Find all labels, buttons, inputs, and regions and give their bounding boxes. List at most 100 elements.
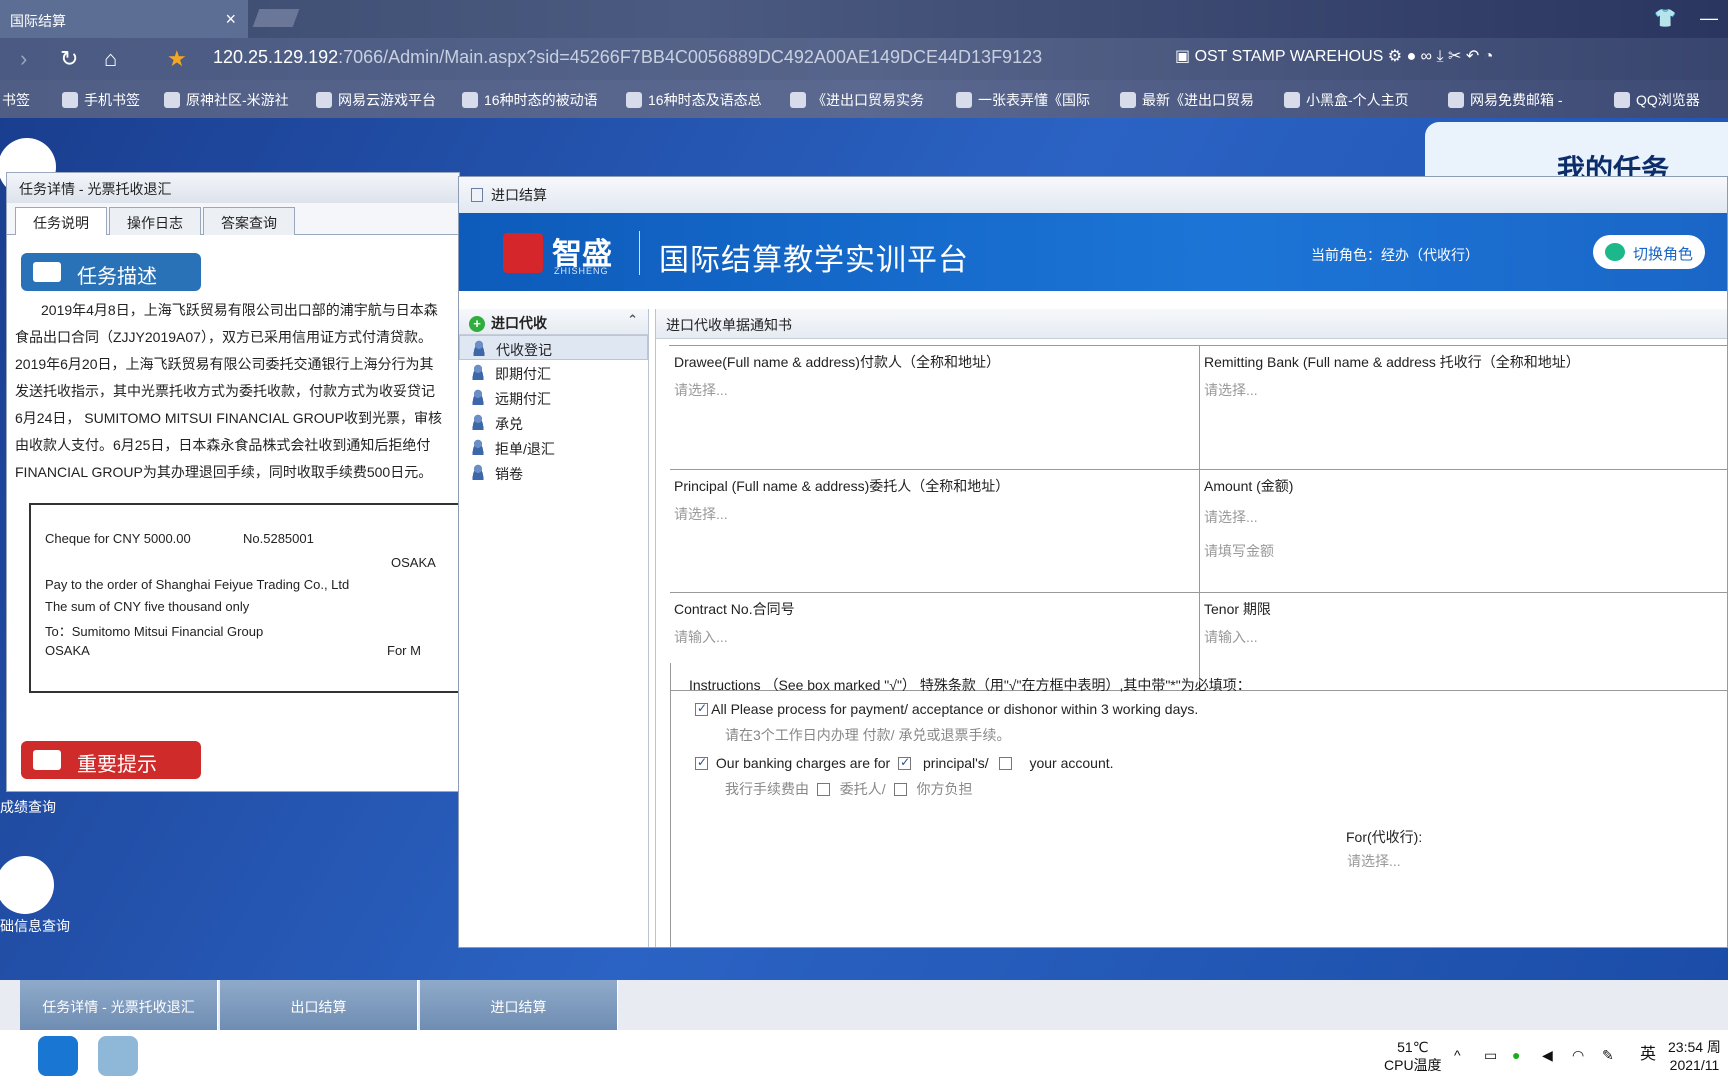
collection-notice-panel: 进口代收单据通知书 Drawee(Full name & address)付款人… [655,309,1727,947]
minimize-icon[interactable]: — [1700,8,1718,29]
chevron-up-icon[interactable]: ^ [1454,1046,1461,1064]
taskbar-import-settlement[interactable]: 进口结算 [420,980,618,1030]
your-account-checkbox[interactable] [998,757,1012,770]
task-line: 2019年4月8日，上海飞跃贸易有限公司出口部的浦宇航与日本森 [41,302,438,318]
clock[interactable]: 23:54 周 2021/11 [1668,1038,1721,1074]
speech-icon [33,750,61,770]
principal-select[interactable]: 请选择... [674,504,1195,524]
tenor-label: Tenor 期限 [1204,601,1271,617]
sidebar-item-label: 即期付汇 [495,366,551,382]
browser-tab[interactable]: 国际结算 × [0,0,248,38]
battery-icon[interactable]: ▭ [1484,1046,1497,1064]
bookmark-label: 网易免费邮箱 - [1470,92,1563,108]
bookmark-item[interactable]: 16种时态的被动语 [462,90,598,110]
sidebar-item-reject-return[interactable]: 拒单/退汇 [459,435,648,460]
panel-title: 进口代收单据通知书 [656,309,1727,339]
close-tab-icon[interactable]: × [225,9,236,30]
instructions-label: Instructions （See box marked "√"） 特殊条款（用… [689,677,1251,693]
bookmark-item[interactable]: 一张表弄懂《国际 [956,90,1090,110]
user-icon [471,389,485,405]
new-tab-button[interactable] [252,9,300,27]
charges-cn-label: 我行手续费由 [725,781,809,797]
bookmark-item[interactable]: 网易免费邮箱 - [1448,90,1563,110]
principal-charges-checkbox[interactable] [898,755,912,770]
task-tabs: 任务说明 操作日志 答案查询 [7,203,459,235]
cheque-sum: The sum of CNY five thousand only [45,599,250,614]
desktop-icon-label: 础信息查询 [0,918,70,934]
tab-task-description[interactable]: 任务说明 [15,207,107,235]
logo-subtext: ZHISHENG [554,266,609,276]
charges-checkbox[interactable] [695,755,708,770]
bookmark-label: 手机书签 [84,92,140,108]
remitting-bank-select[interactable]: 请选择... [1204,380,1727,400]
bookmark-item[interactable]: 最新《进出口贸易 [1120,90,1254,110]
tab-operation-log[interactable]: 操作日志 [109,207,201,235]
sidebar-item-label: 销卷 [495,466,523,482]
taskbar-task-detail[interactable]: 任务详情 - 光票托收退汇 [20,980,218,1030]
drawee-label: Drawee(Full name & address)付款人（全称和地址） [674,354,1000,370]
tenor-input[interactable]: 请输入... [1204,627,1727,647]
amount-cell: Amount (金额) 请选择... 请填写金额 [1200,470,1727,593]
sidebar-header-label: 进口代收 [491,315,547,331]
bookmark-label: 16种时态及语态总 [648,92,762,108]
bookmark-item[interactable]: 小黑盒-个人主页 [1284,90,1409,110]
principal-label: Principal (Full name & address)委托人（全称和地址… [674,478,1010,494]
your-side-cn-checkbox[interactable] [893,783,907,796]
sidebar-item-label: 代收登记 [496,342,552,358]
taskbar-export-settlement[interactable]: 出口结算 [220,980,418,1030]
sidebar-item-label: 远期付汇 [495,391,551,407]
tab-answer-query[interactable]: 答案查询 [203,207,295,235]
for-collecting-bank-select[interactable]: 请选择... [1347,851,1401,871]
drawee-select[interactable]: 请选择... [674,380,1195,400]
sidebar-item-acceptance[interactable]: 承兑 [459,410,648,435]
url-path: :7066/Admin/Main.aspx?sid=45266F7BB4C005… [338,47,1043,67]
qq-browser-icon[interactable] [38,1036,78,1076]
switch-role-button[interactable]: 切换角色 [1593,235,1705,269]
bookmark-item[interactable]: 16种时态及语态总 [626,90,762,110]
bookmark-item[interactable]: QQ浏览器 [1614,90,1700,110]
amount-input[interactable]: 请填写金额 [1204,541,1727,561]
sidebar-item-label: 承兑 [495,416,523,432]
document-icon [471,188,483,202]
sidebar-item-collection-register[interactable]: 代收登记 [459,335,648,360]
bookmark-item[interactable]: 原神社区-米游社 [164,90,289,110]
collapse-icon[interactable]: ⌃ [627,312,638,328]
home-icon[interactable]: ⌂ [104,46,117,72]
user-icon [471,364,485,380]
volume-icon[interactable]: ◀ [1542,1046,1553,1064]
remitting-bank-label: Remitting Bank (Full name & address 托收行（… [1204,354,1580,370]
cheque-image: Cheque for CNY 5000.00 No.5285001 OSAKA … [29,503,459,693]
sidebar-item-close-case[interactable]: 销卷 [459,460,648,485]
star-icon[interactable]: ★ [167,46,187,72]
forward-icon[interactable]: › [20,46,27,72]
bookmark-label: 小黑盒-个人主页 [1306,92,1409,108]
process-checkbox[interactable] [695,701,708,716]
baidu-icon [790,92,806,108]
notice-form: Drawee(Full name & address)付款人（全称和地址） 请选… [669,345,1727,691]
my-task-panel[interactable]: 我的任务 [1425,122,1728,182]
for-collecting-bank-label: For(代收行): [1346,829,1423,845]
platform-title: 国际结算教学实训平台 [659,244,969,277]
url-field[interactable]: 120.25.129.192:7066/Admin/Main.aspx?sid=… [213,47,1043,68]
sidebar-header[interactable]: + 进口代收 ⌃ [459,309,648,335]
principal-cn-checkbox[interactable] [816,783,830,796]
sidebar-item-usance-payment[interactable]: 远期付汇 [459,385,648,410]
contract-input[interactable]: 请输入... [674,627,1195,647]
bookmark-item[interactable]: 《进出口贸易实务 [790,90,924,110]
cheque-number: No.5285001 [243,531,314,546]
sidebar-item-sight-payment[interactable]: 即期付汇 [459,360,648,385]
task-description-text: 2019年4月8日，上海飞跃贸易有限公司出口部的浦宇航与日本森 食品出口合同（Z… [15,297,459,486]
currency-select[interactable]: 请选择... [1204,507,1727,527]
refresh-icon[interactable]: ↻ [60,46,78,72]
notepad-icon[interactable] [98,1036,138,1076]
pen-icon[interactable]: ✎ [1602,1046,1614,1064]
option-process-row: All Please process for payment/ acceptan… [695,701,1198,717]
bookmark-item[interactable]: 手机书签 [62,90,140,110]
ime-indicator[interactable]: 英 [1640,1046,1656,1064]
bookmark-item[interactable]: 书签 [2,90,30,110]
wechat-icon[interactable]: ● [1512,1046,1520,1064]
bookmark-item[interactable]: 网易云游戏平台 [316,90,436,110]
skin-icon[interactable]: 👕 [1654,8,1676,29]
wifi-icon[interactable]: ◠ [1572,1046,1584,1064]
extension-toolbar[interactable]: ▣ OST STAMP WAREHOUS ⚙ ● ∞ ⤓ ✂ ↶ ◔ [1175,46,1493,66]
